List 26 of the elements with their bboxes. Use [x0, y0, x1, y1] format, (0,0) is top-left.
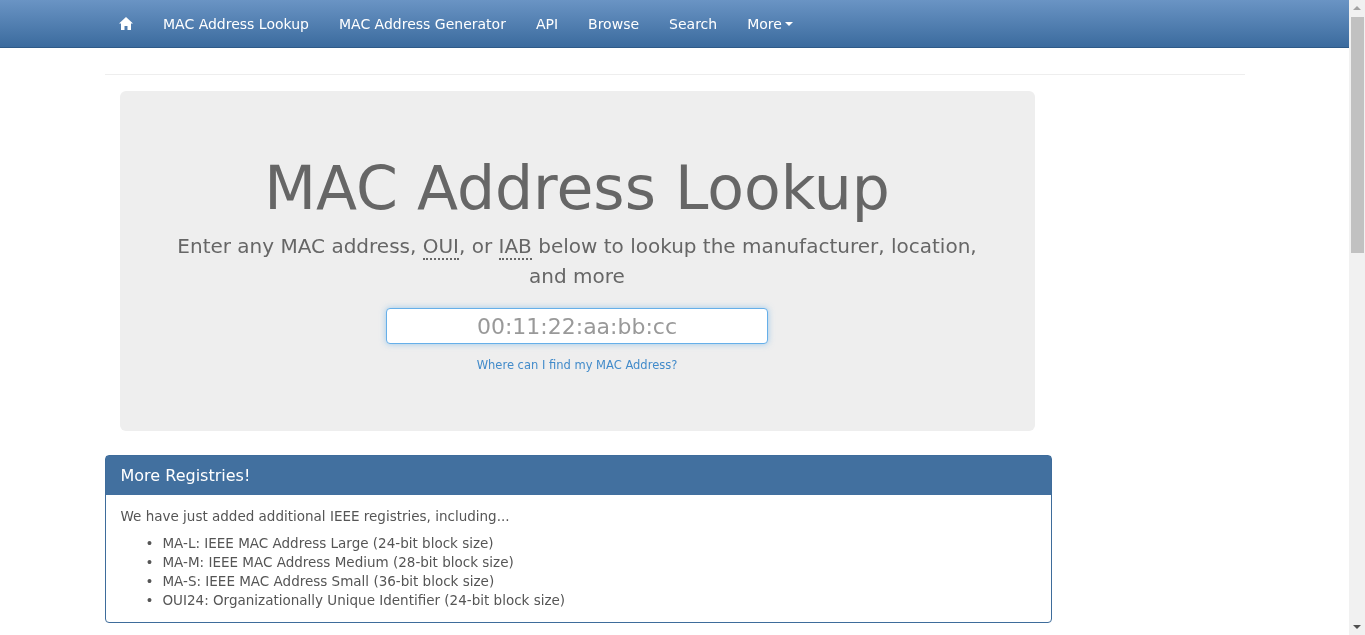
registry-item: MA-L: IEEE MAC Address Large (24-bit block size): [162, 534, 494, 553]
registry-item: OUI24: Organizationally Unique Identifier (24-bit block size): [162, 591, 566, 610]
scroll-down-icon[interactable]: [1353, 625, 1361, 629]
panel-intro: We have just added additional IEEE registries, including...: [120, 507, 511, 526]
hero-title: MAC Address Lookup: [264, 152, 890, 225]
more-dropdown[interactable]: More: [732, 0, 808, 48]
scrollbar[interactable]: [1349, 0, 1365, 635]
bullet: •: [145, 591, 154, 610]
scroll-up-icon[interactable]: [1353, 6, 1361, 10]
home-icon: [119, 17, 133, 30]
mac-search-field[interactable]: 00:11:22:aa:bb:cc: [386, 308, 768, 344]
nav-link[interactable]: Browse: [573, 0, 655, 48]
nav-link[interactable]: MAC Address Generator: [323, 0, 521, 48]
caret-icon: [784, 21, 793, 26]
panel-title: More Registries!: [105, 456, 1051, 495]
nav-link[interactable]: MAC Address Lookup: [148, 0, 324, 48]
registry-item: MA-S: IEEE MAC Address Small (36-bit block size): [162, 572, 495, 591]
nav-link[interactable]: API: [520, 0, 574, 48]
hero-subtitle: Enter any MAC address, OUI, or IAB below to lookup the manufacturer, location, and more: [177, 233, 977, 290]
bullet: •: [145, 534, 154, 553]
scrollbar-thumb[interactable]: [1351, 17, 1364, 253]
bullet: •: [145, 572, 154, 591]
registry-item: MA-M: IEEE MAC Address Medium (28-bit block size): [162, 553, 514, 572]
help-link[interactable]: Where can I find my MAC Address?: [476, 358, 678, 372]
bullet: •: [145, 553, 154, 572]
nav-link[interactable]: Search: [654, 0, 733, 48]
